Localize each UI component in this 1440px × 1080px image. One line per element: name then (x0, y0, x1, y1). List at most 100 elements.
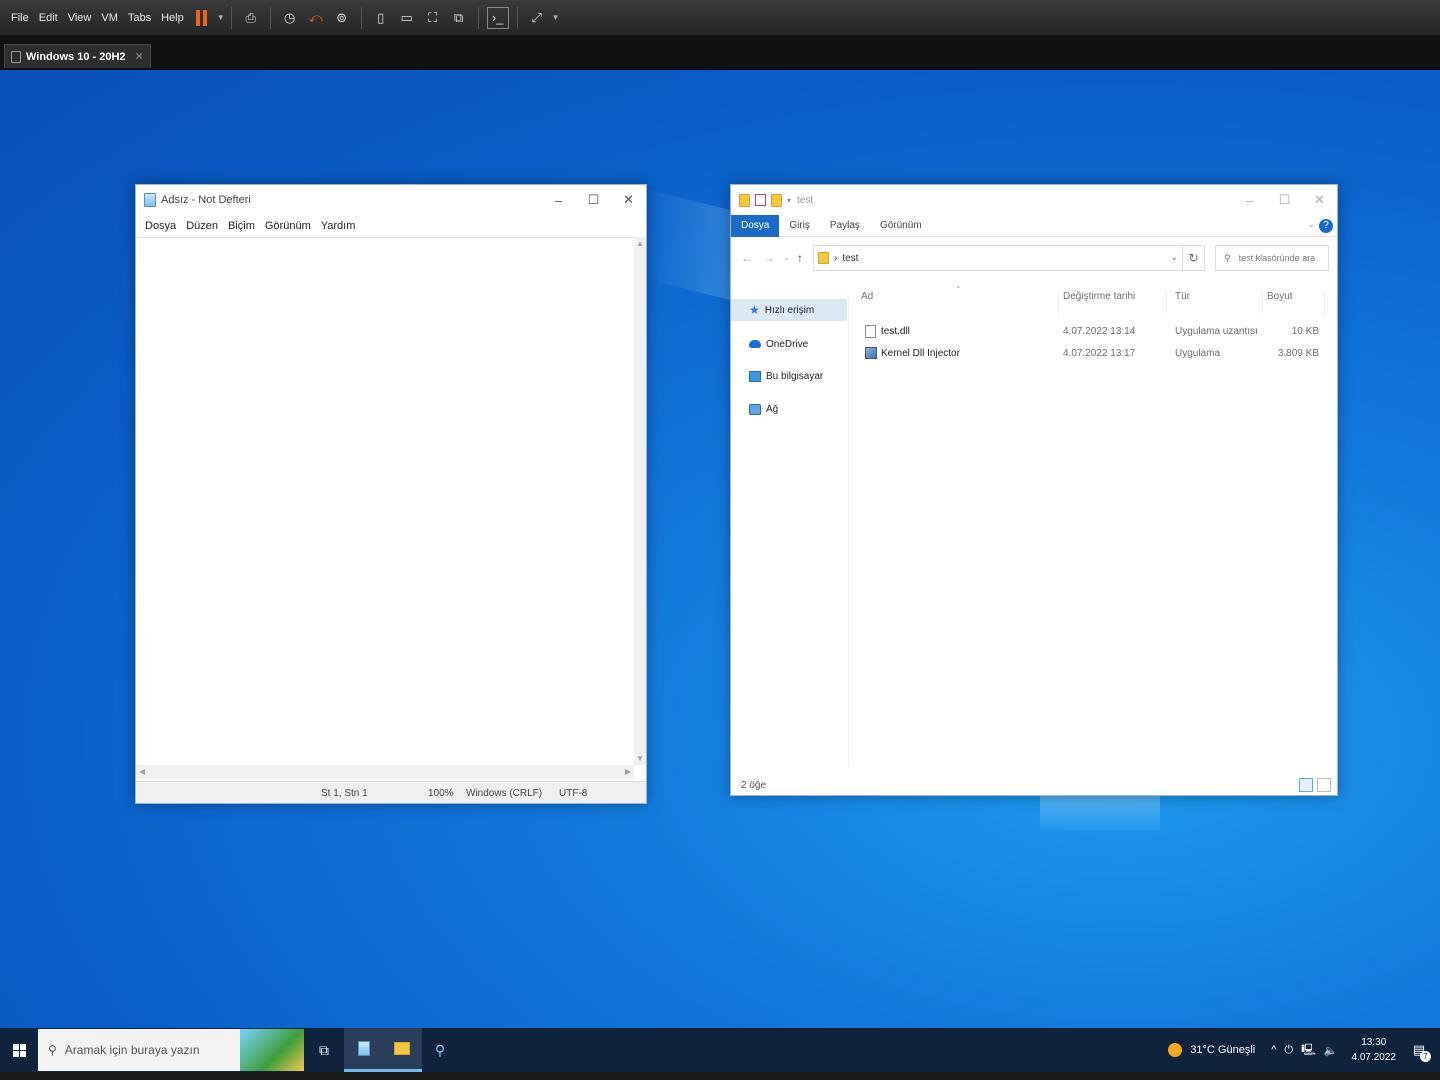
weather-widget[interactable]: 31°C Güneşli (1190, 1044, 1255, 1056)
new-folder-icon[interactable] (771, 193, 782, 207)
taskbar-file-explorer[interactable] (382, 1028, 422, 1072)
menu-gorunum[interactable]: Görünüm (260, 220, 316, 232)
horizontal-scrollbar[interactable]: ◀ ▶ (136, 765, 634, 779)
sidebar-item-network[interactable]: Ağ (731, 398, 847, 420)
start-button[interactable] (0, 1028, 38, 1072)
vm-menu-edit[interactable]: Edit (34, 0, 63, 36)
search-icon: ⚲ (48, 1043, 57, 1057)
console-view-icon[interactable]: ›_ (486, 6, 509, 29)
vm-tab[interactable]: Windows 10 - 20H2 ✕ (4, 44, 151, 68)
sidebar-item-onedrive[interactable]: OneDrive (731, 333, 847, 355)
pause-dropdown-icon[interactable]: ▼ (217, 13, 225, 22)
menu-bicim[interactable]: Biçim (223, 220, 260, 232)
minimize-button[interactable]: – (541, 185, 576, 215)
pause-icon[interactable] (191, 7, 213, 29)
usb-icon[interactable]: ⏻ (1284, 1044, 1293, 1057)
table-row[interactable]: test.dll 4.07.2022 13:14 Uygulama uzantı… (855, 321, 1325, 343)
vm-menu-file[interactable]: File (6, 0, 34, 36)
explorer-titlebar[interactable]: ▾ test – ☐ ✕ (731, 185, 1337, 215)
show-library-icon[interactable]: ▯ (370, 7, 392, 29)
desktop[interactable]: Adsız - Not Defteri – ☐ ✕ Dosya Düzen Bi… (0, 70, 1440, 1028)
taskbar-search-box[interactable]: ⚲ Aramak için buraya yazın (38, 1029, 304, 1071)
sidebar-item-label: Hızlı erişim (764, 304, 815, 316)
sidebar-item-label: Bu bilgisayar (766, 370, 824, 382)
vm-menu-vm[interactable]: VM (96, 0, 123, 36)
sidebar-item-this-pc[interactable]: Bu bilgisayar (731, 365, 847, 387)
close-button[interactable]: ✕ (611, 185, 646, 215)
table-row[interactable]: Kernel Dll Injector 4.07.2022 13:17 Uygu… (855, 343, 1325, 365)
scroll-up-icon[interactable]: ▲ (636, 239, 644, 248)
scroll-down-icon[interactable]: ▼ (636, 754, 644, 763)
vm-menu-tabs[interactable]: Tabs (123, 0, 156, 36)
maximize-button[interactable]: ☐ (576, 185, 611, 215)
file-date: 4.07.2022 13:17 (1063, 348, 1136, 359)
unity-icon[interactable]: ⧉ (448, 7, 470, 29)
stretch-dropdown-icon[interactable]: ▼ (552, 13, 560, 22)
menu-dosya[interactable]: Dosya (140, 220, 181, 232)
notepad-text-area[interactable] (136, 237, 634, 765)
vm-menu-help[interactable]: Help (156, 0, 189, 36)
scroll-right-icon[interactable]: ▶ (625, 767, 631, 776)
snapshot-icon[interactable]: ◷ (279, 7, 301, 29)
file-name: test.dll (881, 326, 910, 337)
vertical-scrollbar[interactable]: ▲ ▼ (634, 237, 646, 765)
close-button[interactable]: ✕ (1302, 185, 1337, 215)
help-icon[interactable]: ? (1319, 219, 1333, 233)
ribbon-tabs: Dosya Giriş Paylaş Görünüm ⌄ ? (731, 214, 1337, 237)
tab-giris[interactable]: Giriş (779, 215, 820, 237)
network-icon[interactable]: 🖳 (1301, 1041, 1316, 1060)
refresh-icon[interactable]: ↻ (1183, 245, 1205, 271)
tab-dosya[interactable]: Dosya (731, 214, 780, 237)
taskbar-app-magnifier[interactable]: ⚲ (420, 1028, 460, 1072)
tab-paylas[interactable]: Paylaş (820, 215, 870, 237)
breadcrumb[interactable]: test (842, 253, 858, 264)
sidebar-item-quick-access[interactable]: ★ Hızlı erişim (731, 299, 847, 321)
forward-icon[interactable]: → (763, 251, 775, 265)
clock[interactable]: 13:30 4.07.2022 (1352, 1035, 1397, 1065)
full-screen-icon[interactable]: ⛶ (422, 7, 444, 29)
column-header-type[interactable]: Tür (1175, 291, 1263, 315)
menu-duzen[interactable]: Düzen (181, 220, 223, 232)
properties-icon[interactable] (755, 194, 766, 206)
thumbnail-bar-icon[interactable]: ▭ (396, 7, 418, 29)
column-header-date[interactable]: Değiştirme tarihi (1063, 291, 1167, 315)
notepad-titlebar[interactable]: Adsız - Not Defteri – ☐ ✕ (136, 185, 646, 215)
folder-icon (739, 193, 750, 207)
menu-yardim[interactable]: Yardım (316, 220, 361, 232)
snapshot-manager-icon[interactable]: ⊚ (331, 7, 353, 29)
details-view-icon[interactable] (1299, 778, 1313, 792)
back-icon[interactable]: ← (741, 251, 753, 265)
cloud-icon (749, 340, 761, 348)
navigation-row: ← → ⌄ ↑ › test ⌄ ↻ ⚲ test klasöründe ara (731, 237, 1337, 275)
vm-menu-view[interactable]: View (63, 0, 97, 36)
notification-icon[interactable]: ▤ 7 (1406, 1037, 1432, 1063)
task-view-icon[interactable]: ⧉ (304, 1028, 344, 1072)
large-icons-view-icon[interactable] (1317, 778, 1331, 792)
file-type: Uygulama uzantısı (1175, 326, 1258, 337)
maximize-button[interactable]: ☐ (1267, 185, 1302, 215)
line-ending: Windows (CRLF) (466, 788, 543, 799)
recent-locations-icon[interactable]: ⌄ (783, 253, 790, 262)
up-icon[interactable]: ↑ (797, 251, 803, 265)
send-ctrl-alt-del-icon[interactable]: ⎙ (240, 7, 262, 29)
column-header-name[interactable]: Ad (861, 291, 1059, 315)
taskbar-notepad[interactable] (344, 1028, 384, 1072)
minimize-button[interactable]: – (1232, 185, 1267, 215)
search-input[interactable]: ⚲ test klasöründe ara (1215, 245, 1329, 271)
application-icon (865, 347, 877, 359)
expand-ribbon-icon[interactable]: ⌄ (1307, 219, 1315, 230)
tab-gorunum[interactable]: Görünüm (870, 215, 932, 237)
stretch-guest-icon[interactable]: ⤢ (526, 7, 548, 29)
toolbar-divider (230, 6, 232, 29)
vm-tab-title: Windows 10 - 20H2 (26, 50, 126, 63)
revert-snapshot-icon[interactable]: ⤺ (305, 7, 327, 29)
volume-icon[interactable]: 🔈 (1324, 1044, 1338, 1057)
quick-access-dropdown-icon[interactable]: ▾ (787, 196, 791, 205)
scroll-left-icon[interactable]: ◀ (139, 767, 145, 776)
chevron-up-icon[interactable]: ^ (1271, 1044, 1276, 1056)
chevron-down-icon[interactable]: ⌄ (1170, 252, 1178, 263)
search-highlight-image (240, 1029, 304, 1071)
address-bar[interactable]: › test ⌄ (813, 245, 1183, 271)
close-icon[interactable]: ✕ (135, 50, 144, 63)
column-header-size[interactable]: Boyut (1267, 291, 1325, 315)
